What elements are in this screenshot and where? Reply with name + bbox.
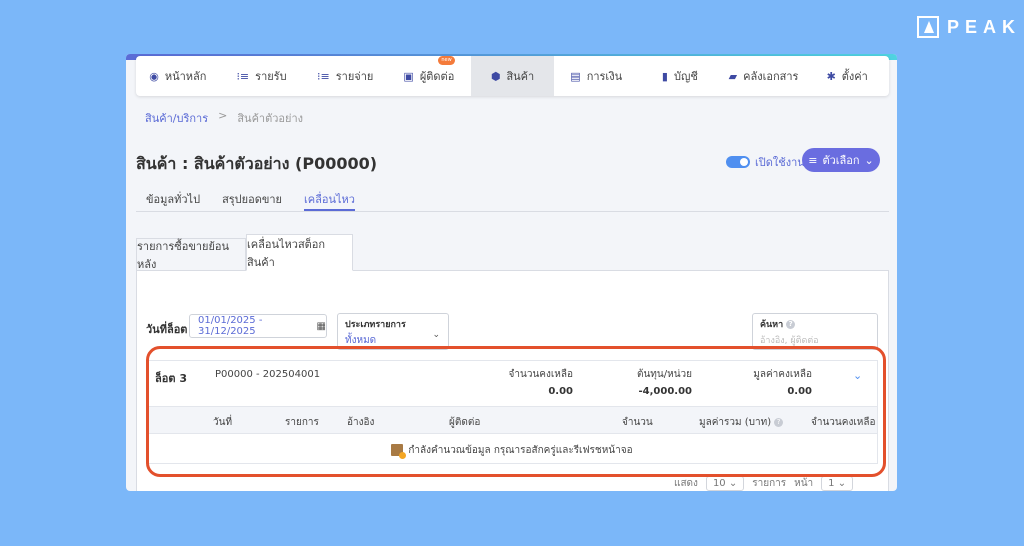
income-icon: ⁝≡ (236, 69, 250, 83)
nav-item-accounting[interactable]: ▮ บัญชี (638, 56, 722, 96)
search-input[interactable]: ค้นหา ? อ้างอิง, ผู้ติดต่อ (752, 313, 878, 350)
tab-stock-movement[interactable]: เคลื่อนไหวสต็อกสินค้า (246, 234, 353, 271)
book-icon: ▮ (661, 69, 668, 83)
nav-label: รายรับ (255, 70, 287, 83)
date-range-value: 01/01/2025 - 31/12/2025 (198, 315, 263, 337)
active-toggle-group: เปิดใช้งาน (726, 153, 805, 171)
nav-item-settings[interactable]: ✱ ตั้งค่า (805, 56, 889, 96)
active-toggle[interactable] (726, 156, 750, 168)
nav-label: บัญชี (673, 70, 698, 83)
search-placeholder: อ้างอิง, ผู้ติดต่อ (760, 336, 819, 346)
breadcrumb: สินค้า/บริการ > สินค้าตัวอย่าง (145, 109, 303, 127)
chevron-down-icon: ⌄ (432, 330, 440, 340)
nav-label: หน้าหลัก (164, 70, 207, 83)
nav-label: รายจ่าย (335, 70, 374, 83)
top-navbar: ◉ หน้าหลัก ⁝≡ รายรับ ⁝≡ รายจ่าย ▣ ผู้ติด… (136, 56, 889, 96)
nav-item-income[interactable]: ⁝≡ รายรับ (220, 56, 304, 96)
new-badge: new (438, 56, 455, 65)
money-icon: ▤ (570, 69, 581, 83)
page-label: หน้า (794, 478, 814, 489)
highlight-annotation (146, 346, 886, 477)
folder-icon: ▰ (728, 69, 738, 83)
nav-item-contacts[interactable]: ▣ ผู้ติดต่อ new (387, 56, 471, 96)
nav-item-finance[interactable]: ▤ การเงิน (554, 56, 638, 96)
breadcrumb-root[interactable]: สินค้า/บริการ (145, 109, 208, 127)
breadcrumb-separator: > (218, 109, 228, 122)
help-icon: ? (786, 319, 796, 329)
expense-icon: ⁝≡ (317, 69, 330, 83)
active-toggle-label: เปิดใช้งาน (755, 156, 805, 169)
nav-label: การเงิน (586, 70, 623, 83)
contacts-icon: ▣ (403, 69, 414, 83)
type-label: ประเภทรายการ (345, 320, 406, 330)
tab-transaction-history[interactable]: รายการซื้อขายย้อนหลัง (136, 238, 246, 271)
nav-item-products[interactable]: ⬢ สินค้า (470, 56, 555, 96)
options-button[interactable]: ≡ ตัวเลือก ⌄ (802, 148, 880, 172)
nav-label: ตั้งค่า (841, 70, 868, 83)
nav-label: สินค้า (506, 70, 535, 83)
lot-date-label: วันที่ล็อต (146, 323, 188, 336)
box-icon: ⬢ (490, 69, 501, 83)
nav-label: คลังเอกสาร (743, 70, 799, 83)
nav-item-expense[interactable]: ⁝≡ รายจ่าย (303, 56, 387, 96)
page-title: สินค้า : สินค้าตัวอย่าง (P00000) (136, 154, 378, 173)
tab-general[interactable]: ข้อมูลทั่วไป (146, 186, 200, 211)
per-page-select[interactable]: 10 ⌄ (705, 476, 745, 491)
brand-logo: PEAK (917, 16, 1021, 38)
items-label: รายการ (752, 478, 787, 489)
nav-item-home[interactable]: ◉ หน้าหลัก (136, 56, 220, 96)
nav-label: ผู้ติดต่อ (419, 70, 455, 83)
pagination: แสดง 10 ⌄ รายการ หน้า 1 ⌄ (674, 476, 854, 491)
home-icon: ◉ (149, 69, 159, 83)
subtabs: ข้อมูลทั่วไป สรุปยอดขาย เคลื่อนไหว (136, 186, 889, 212)
calendar-icon: ▦ (316, 320, 326, 332)
date-range-input[interactable]: 01/01/2025 - 31/12/2025 ▦ (189, 314, 327, 338)
peak-logo-icon (917, 16, 939, 38)
breadcrumb-current: สินค้าตัวอย่าง (237, 112, 304, 125)
options-label: ตัวเลือก (822, 154, 860, 167)
nav-item-documents[interactable]: ▰ คลังเอกสาร (722, 56, 806, 96)
gear-icon: ✱ (826, 69, 836, 83)
search-label: ค้นหา (760, 320, 784, 330)
tab-movement[interactable]: เคลื่อนไหว (304, 186, 355, 211)
transaction-type-select[interactable]: ประเภทรายการ ทั้งหมด ⌄ (337, 313, 449, 350)
page-select[interactable]: 1 ⌄ (821, 476, 854, 491)
tab-sales-summary[interactable]: สรุปยอดขาย (222, 186, 282, 211)
menu-icon: ≡ (808, 153, 818, 167)
show-label: แสดง (674, 478, 698, 489)
brand-name: PEAK (947, 16, 1022, 37)
chevron-down-icon: ⌄ (864, 153, 874, 167)
